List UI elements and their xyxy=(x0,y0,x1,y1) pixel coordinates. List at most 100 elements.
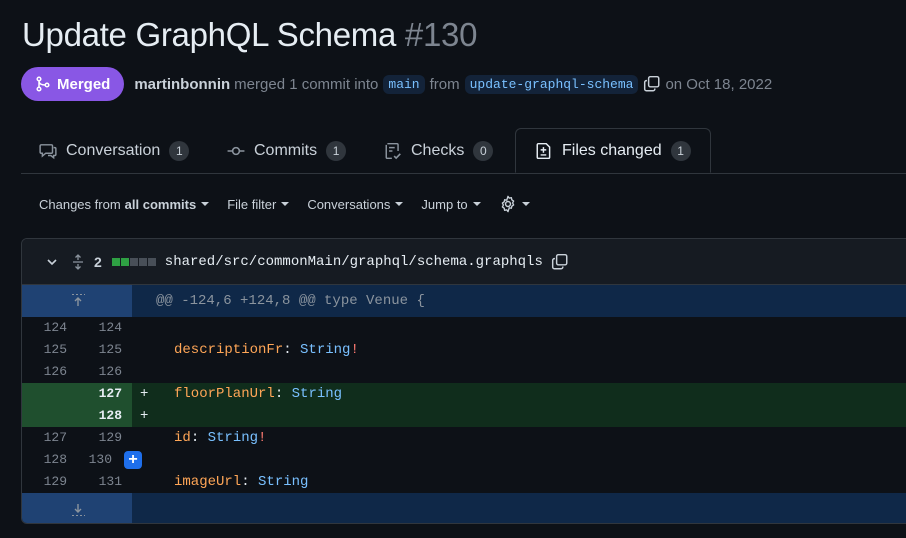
code-content: id: String! xyxy=(174,427,266,449)
code-content: descriptionFr: String! xyxy=(174,339,359,361)
tab-count: 1 xyxy=(670,140,691,161)
tab-checks[interactable]: Checks 0 xyxy=(384,128,494,173)
diffstat xyxy=(111,257,157,266)
old-line-number[interactable]: 129 xyxy=(22,471,67,493)
code-property: id xyxy=(174,430,191,446)
added-marker: + xyxy=(140,386,149,402)
conversations-dropdown[interactable]: Conversations xyxy=(307,196,404,212)
expand-down-icon[interactable] xyxy=(70,501,86,522)
tab-label: Checks xyxy=(411,141,465,159)
code-property: imageUrl xyxy=(174,474,242,490)
pr-meta: Merged martinbonnin merged 1 commit into… xyxy=(21,67,772,101)
code-separator: : xyxy=(274,386,292,402)
diff-line: 128 130 + xyxy=(22,449,906,471)
file-filter-dropdown[interactable]: File filter xyxy=(227,196,290,212)
diff-line-added: 128 + xyxy=(22,405,906,427)
diff-line: 126 126 xyxy=(22,361,906,383)
chevron-down-icon xyxy=(472,202,481,206)
added-marker: + xyxy=(140,408,149,424)
code-separator: : xyxy=(283,342,301,358)
diff-line: 124 124 xyxy=(22,317,906,339)
tab-commits[interactable]: Commits 1 xyxy=(227,128,347,173)
tab-count: 1 xyxy=(169,140,190,161)
collapse-chevron-icon[interactable] xyxy=(44,254,60,270)
code-type: String xyxy=(207,430,259,446)
pr-tabs: Conversation 1 Commits 1 Checks 0 Files … xyxy=(21,128,906,174)
chevron-down-icon xyxy=(521,202,530,206)
file-diff: 2 shared/src/commonMain/graphql/schema.g… xyxy=(21,238,906,524)
status-label: Merged xyxy=(57,75,111,93)
new-line-number[interactable]: 125 xyxy=(77,339,122,361)
code-nonnull: ! xyxy=(258,430,267,446)
file-path[interactable]: shared/src/commonMain/graphql/schema.gra… xyxy=(165,254,543,270)
old-line-number[interactable]: 126 xyxy=(22,361,67,383)
diffstat-box xyxy=(129,257,138,266)
pr-title: Update GraphQL Schema xyxy=(22,16,397,53)
old-line-number[interactable]: 124 xyxy=(22,317,67,339)
diff-toolbar: Changes from all commits File filter Con… xyxy=(39,192,548,216)
code-property: descriptionFr xyxy=(174,342,284,358)
diffstat-box xyxy=(111,257,120,266)
expand-up-icon[interactable] xyxy=(70,293,86,314)
old-line-number[interactable]: 125 xyxy=(22,339,67,361)
old-line-number[interactable]: 127 xyxy=(22,427,67,449)
new-line-number[interactable]: 126 xyxy=(77,361,122,383)
code-type: String xyxy=(300,342,351,358)
diffstat-box xyxy=(138,257,147,266)
comment-icon xyxy=(39,143,57,159)
old-line-number[interactable]: 128 xyxy=(22,449,67,471)
code-separator: : xyxy=(241,474,259,490)
hunk-header-row: @@ -124,6 +124,8 @@ type Venue { xyxy=(22,285,906,317)
diffstat-box xyxy=(120,257,129,266)
git-commit-icon xyxy=(227,146,245,155)
chevron-down-icon xyxy=(201,202,210,206)
tab-count: 0 xyxy=(473,140,494,161)
code-property: floorPlanUrl xyxy=(174,386,275,402)
tab-label: Conversation xyxy=(66,141,161,159)
tab-count: 1 xyxy=(326,140,347,161)
chevron-down-icon xyxy=(281,202,290,206)
base-branch[interactable]: main xyxy=(383,74,425,94)
merge-date: on Oct 18, 2022 xyxy=(665,75,773,93)
tab-conversation[interactable]: Conversation 1 xyxy=(39,128,190,173)
status-badge: Merged xyxy=(21,67,125,101)
diff-line: 125 125 descriptionFr: String! xyxy=(22,339,906,361)
checklist-icon xyxy=(385,142,401,159)
author-link[interactable]: martinbonnin xyxy=(134,76,230,93)
old-line-number[interactable] xyxy=(22,405,67,427)
gear-icon xyxy=(501,195,514,213)
diff-lines: @@ -124,6 +124,8 @@ type Venue { 124 124… xyxy=(22,285,906,523)
file-filter-label: File filter xyxy=(227,196,277,212)
new-line-number[interactable]: 128 xyxy=(77,405,122,427)
changes-from-dropdown[interactable]: Changes from all commits xyxy=(39,196,210,212)
diff-settings-button[interactable] xyxy=(499,195,530,213)
jump-to-dropdown[interactable]: Jump to xyxy=(421,197,481,212)
new-line-number[interactable]: 127 xyxy=(77,383,122,405)
new-line-number[interactable]: 130 xyxy=(77,449,112,471)
code-content: imageUrl: String xyxy=(174,471,308,493)
merge-text: merged 1 commit into xyxy=(234,75,379,93)
hunk-header-text: @@ -124,6 +124,8 @@ type Venue { xyxy=(156,293,425,309)
file-header: 2 shared/src/commonMain/graphql/schema.g… xyxy=(22,239,906,285)
old-line-number[interactable] xyxy=(22,383,67,405)
diff-line: 129 131 imageUrl: String xyxy=(22,471,906,493)
code-content: floorPlanUrl: String xyxy=(174,383,342,405)
tab-label: Commits xyxy=(254,141,318,159)
new-line-number[interactable]: 131 xyxy=(77,471,122,493)
page-title: Update GraphQL Schema #130 xyxy=(22,16,477,54)
tab-files-changed[interactable]: Files changed 1 xyxy=(515,128,711,173)
changes-prefix: Changes from xyxy=(39,196,121,212)
new-line-number[interactable]: 129 xyxy=(77,427,122,449)
diffstat-box xyxy=(147,257,156,266)
add-comment-button[interactable]: + xyxy=(124,451,142,469)
changes-value: all commits xyxy=(124,196,197,212)
pr-number: #130 xyxy=(404,16,478,53)
expand-all-icon[interactable] xyxy=(70,253,86,270)
copy-branch-icon[interactable] xyxy=(643,75,661,93)
conversations-label: Conversations xyxy=(307,196,391,212)
git-merge-icon xyxy=(36,76,50,92)
new-line-number[interactable]: 124 xyxy=(77,317,122,339)
head-branch[interactable]: update-graphql-schema xyxy=(464,74,639,94)
copy-path-icon[interactable] xyxy=(551,253,569,271)
chevron-down-icon xyxy=(395,202,404,206)
